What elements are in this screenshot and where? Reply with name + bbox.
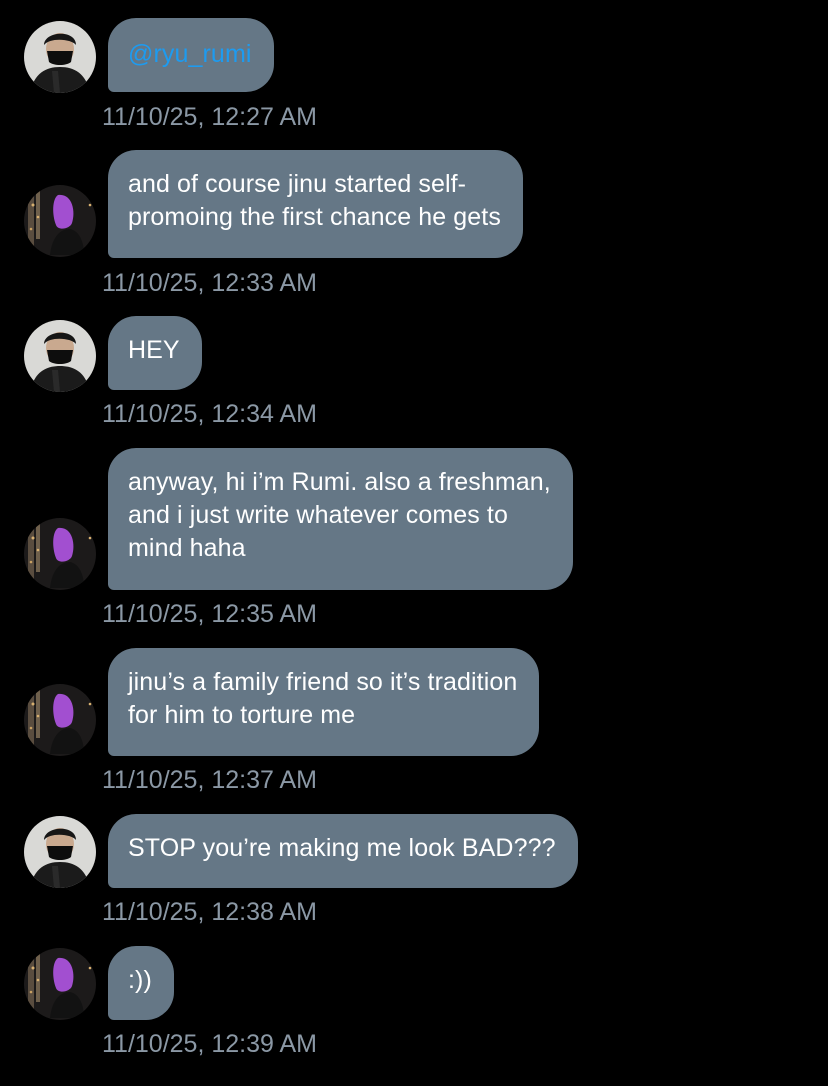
avatar-image [24,816,96,888]
message-text-line: and of course jinu started self- [128,170,467,198]
message-bubble[interactable]: and of course jinu started self- promoin… [108,150,523,258]
message-timestamp: 11/10/25, 12:34 AM [102,400,317,428]
message-bubble[interactable]: STOP you’re making me look BAD??? [108,814,578,888]
avatar-purple-user[interactable] [24,684,96,756]
avatar-image [24,185,96,257]
message-text-line: :)) [128,966,152,994]
message-timestamp: 11/10/25, 12:39 AM [102,1030,317,1058]
message-bubble[interactable]: jinu’s a family friend so it’s tradition… [108,648,540,756]
avatar-purple-user[interactable] [24,185,96,257]
message-text-line: and i just write whatever comes to [128,501,508,529]
message-bubble[interactable]: HEY [108,316,202,390]
message-bubble[interactable]: anyway, hi i’m Rumi. also a freshman, an… [108,448,573,590]
mention-link[interactable]: @ryu_rumi [128,38,252,71]
avatar-purple-user[interactable] [24,518,96,590]
avatar-mask-user[interactable] [24,21,96,93]
message-text-line: anyway, hi i’m Rumi. also a freshman, [128,468,551,496]
message-timestamp: 11/10/25, 12:33 AM [102,269,317,297]
avatar-image [24,684,96,756]
message-text-line: for him to torture me [128,701,356,729]
message-text-line: mind haha [128,534,246,562]
message-text-line: jinu’s a family friend so it’s tradition [128,668,518,696]
message-timestamp: 11/10/25, 12:35 AM [102,600,317,628]
avatar-image [24,518,96,590]
message-bubble[interactable]: :)) [108,946,174,1020]
message-timestamp: 11/10/25, 12:37 AM [102,766,317,794]
avatar-image [24,21,96,93]
avatar-image [24,948,96,1020]
avatar-image [24,320,96,392]
avatar-purple-user[interactable] [24,948,96,1020]
message-text-line: STOP you’re making me look BAD??? [128,834,556,862]
message-timestamp: 11/10/25, 12:27 AM [102,103,317,131]
avatar-mask-user[interactable] [24,816,96,888]
message-text-line: HEY [128,336,180,364]
message-text-line: promoing the first chance he gets [128,203,501,231]
message-timestamp: 11/10/25, 12:38 AM [102,898,317,926]
message-bubble[interactable]: @ryu_rumi [108,18,274,92]
avatar-mask-user[interactable] [24,320,96,392]
